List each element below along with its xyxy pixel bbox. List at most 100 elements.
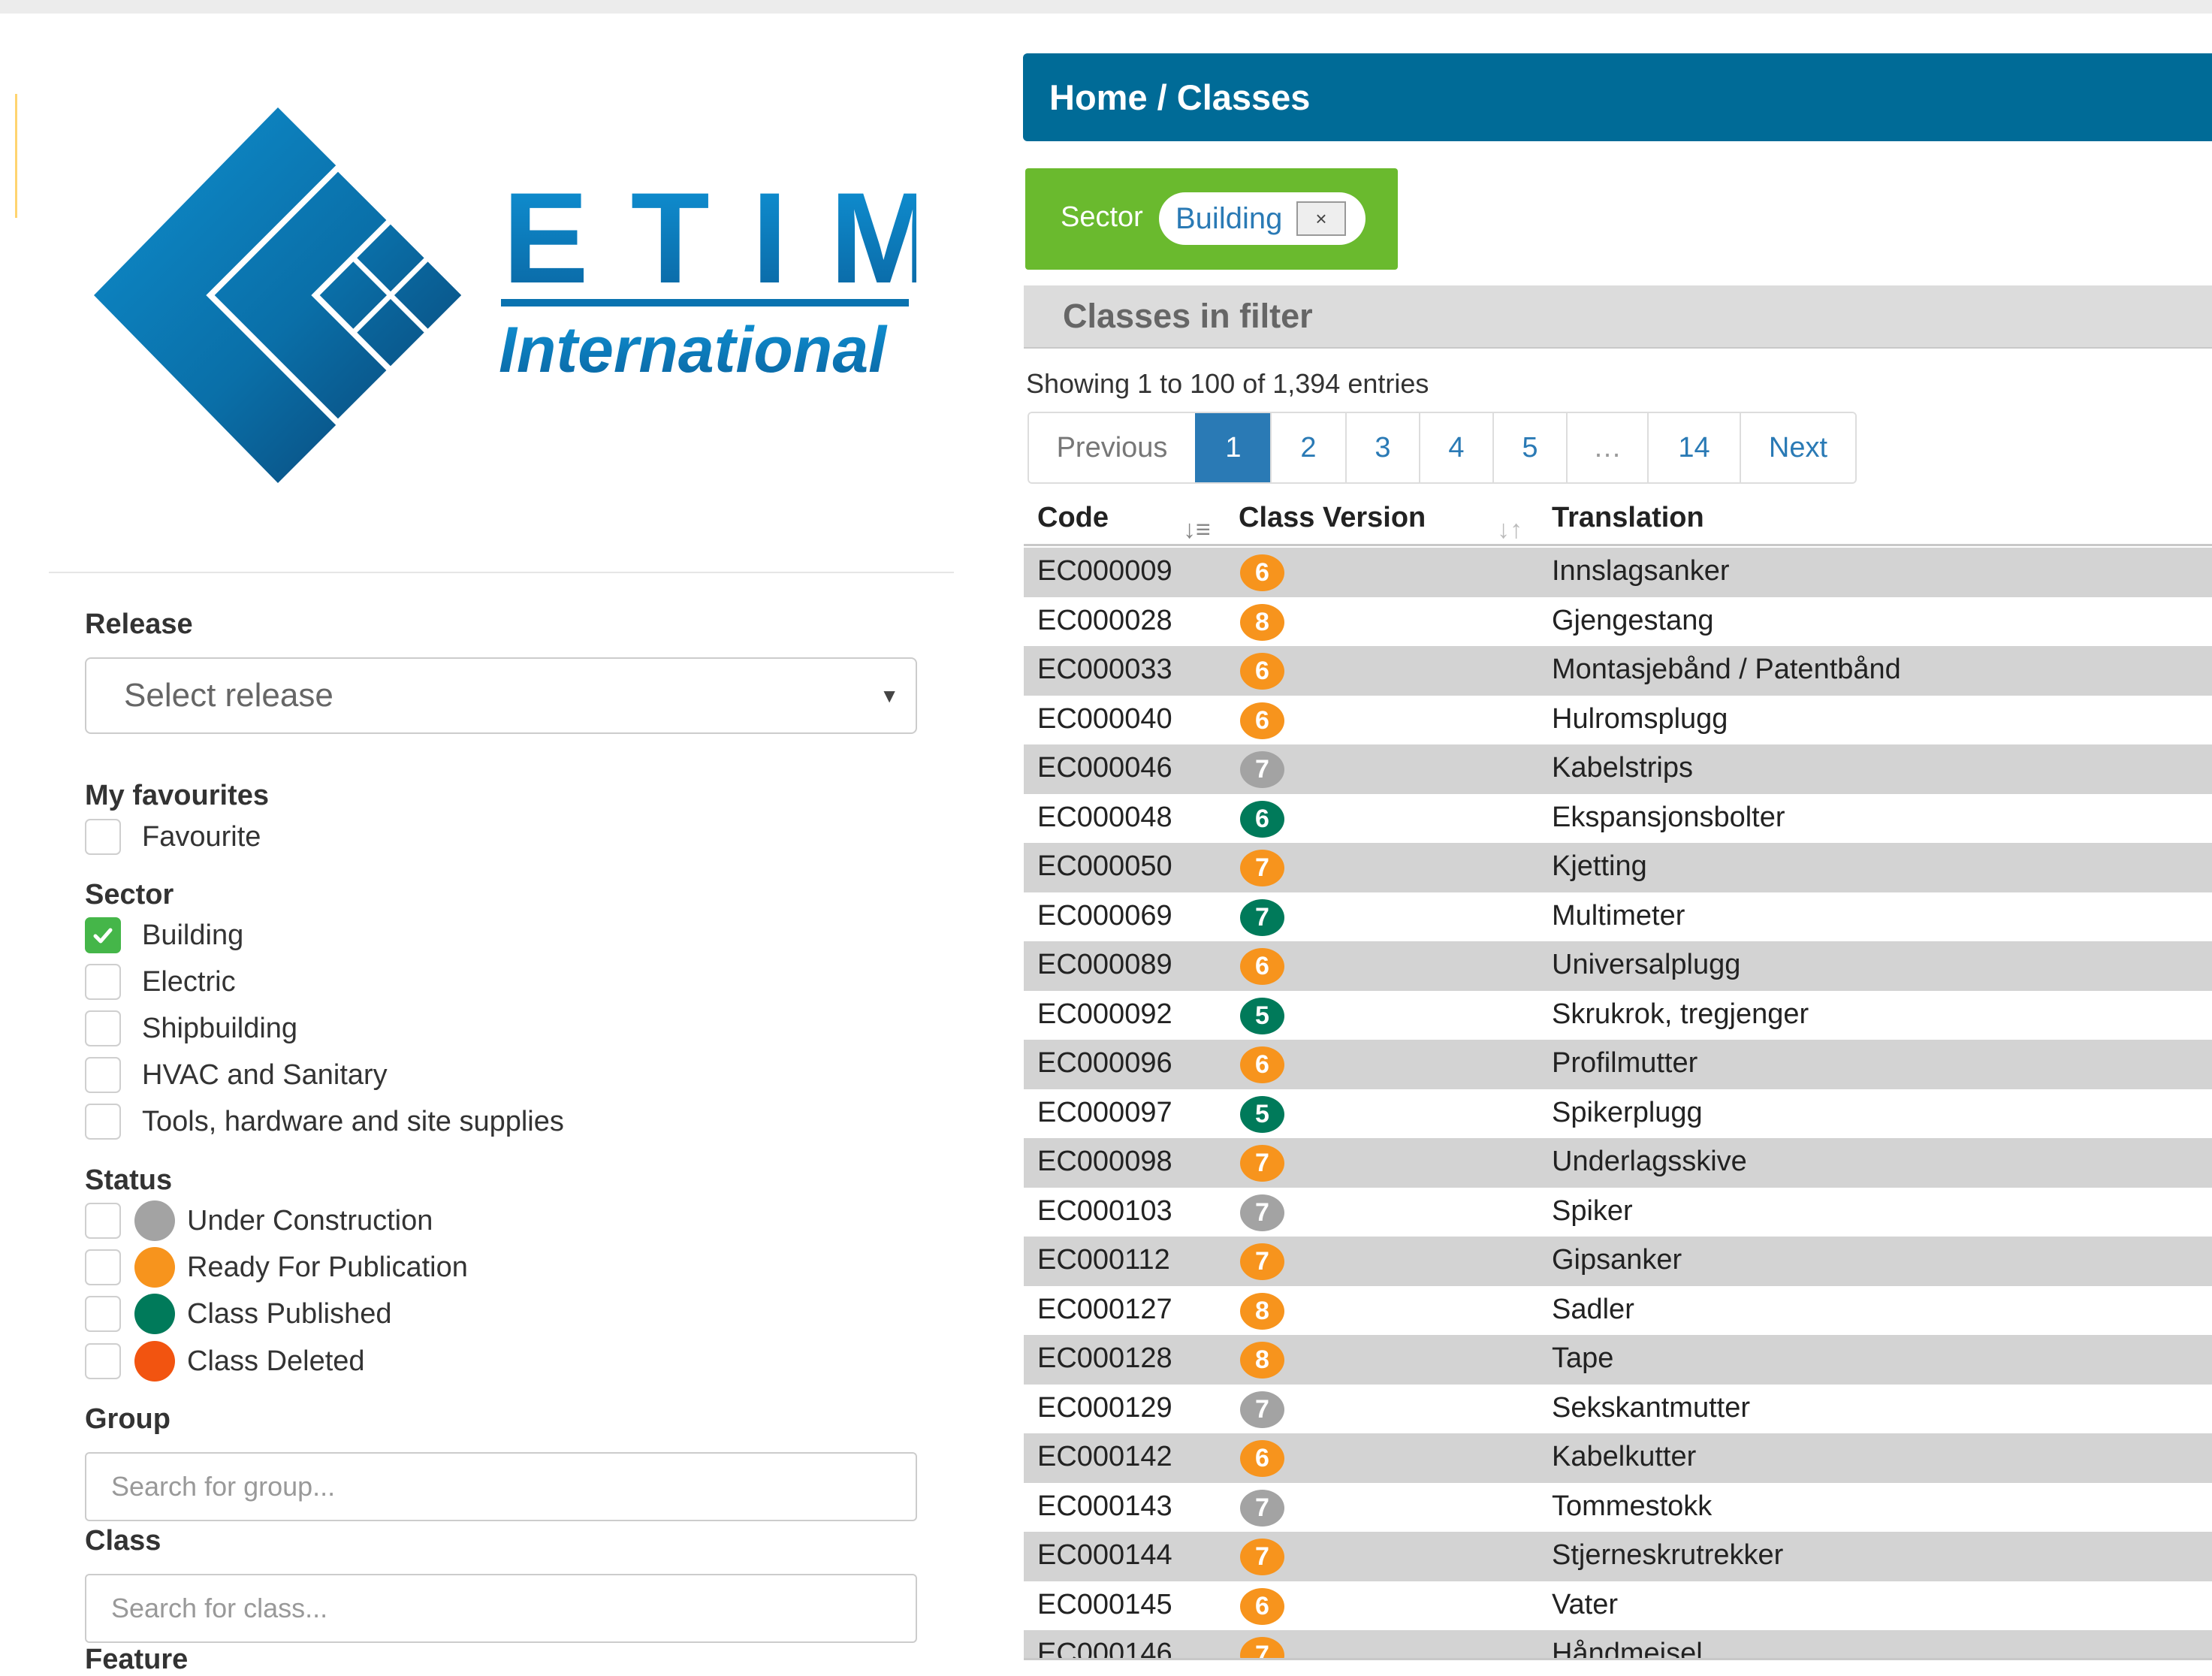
- pagination-next[interactable]: Next: [1740, 413, 1855, 482]
- status-option-deleted[interactable]: Class Deleted: [85, 1341, 365, 1382]
- column-header-code[interactable]: Code: [1037, 502, 1109, 534]
- sector-hvac-checkbox[interactable]: [85, 1057, 121, 1093]
- sector-option-label: Tools, hardware and site supplies: [142, 1105, 564, 1137]
- group-search-input[interactable]: Search for group...: [85, 1452, 917, 1521]
- table-row[interactable]: EC000128 8 Tape: [1024, 1335, 2212, 1385]
- class-code[interactable]: EC000033: [1037, 646, 1172, 693]
- active-filter-tag: Building ×: [1159, 192, 1366, 245]
- pagination-page[interactable]: 3: [1345, 413, 1419, 482]
- class-code[interactable]: EC000129: [1037, 1385, 1172, 1431]
- table-row[interactable]: EC000028 8 Gjengestang: [1024, 596, 2212, 646]
- class-code[interactable]: EC000048: [1037, 794, 1172, 841]
- column-header-class-version[interactable]: Class Version: [1239, 502, 1426, 534]
- table-row[interactable]: EC000069 7 Multimeter: [1024, 892, 2212, 941]
- sort-ascending-icon[interactable]: ↓≡: [1183, 515, 1211, 545]
- active-filter: Sector Building ×: [1025, 168, 1398, 270]
- class-translation: Multimeter: [1552, 899, 1685, 932]
- status-dot-icon: [134, 1200, 175, 1241]
- class-translation: Profilmutter: [1552, 1047, 1698, 1079]
- class-code[interactable]: EC000143: [1037, 1483, 1172, 1530]
- sector-option-shipbuilding[interactable]: Shipbuilding: [85, 1009, 297, 1048]
- table-row[interactable]: EC000050 7 Kjetting: [1024, 843, 2212, 892]
- sector-tools-checkbox[interactable]: [85, 1104, 121, 1140]
- favourite-checkbox[interactable]: [85, 819, 121, 855]
- class-code[interactable]: EC000046: [1037, 744, 1172, 791]
- class-code[interactable]: EC000112: [1037, 1237, 1170, 1283]
- table-row[interactable]: EC000046 7 Kabelstrips: [1024, 744, 2212, 794]
- sector-option-label: HVAC and Sanitary: [142, 1058, 388, 1091]
- class-code[interactable]: EC000050: [1037, 843, 1172, 889]
- status-published-checkbox[interactable]: [85, 1296, 121, 1332]
- sector-building-checkbox[interactable]: [85, 917, 121, 953]
- class-code[interactable]: EC000145: [1037, 1581, 1172, 1628]
- class-code[interactable]: EC000040: [1037, 696, 1172, 742]
- pagination-page[interactable]: 14: [1647, 413, 1740, 482]
- status-ready-checkbox[interactable]: [85, 1249, 121, 1285]
- sector-electric-checkbox[interactable]: [85, 964, 121, 1000]
- table-row[interactable]: EC000142 6 Kabelkutter: [1024, 1433, 2212, 1483]
- table-row[interactable]: EC000092 5 Skrukrok, tregjenger: [1024, 990, 2212, 1040]
- class-version-badge: 8: [1240, 603, 1284, 641]
- class-code[interactable]: EC000098: [1037, 1138, 1172, 1185]
- class-code[interactable]: EC000142: [1037, 1433, 1172, 1480]
- table-row[interactable]: EC000096 6 Profilmutter: [1024, 1040, 2212, 1089]
- table-row[interactable]: EC000112 7 Gipsanker: [1024, 1237, 2212, 1286]
- class-translation: Kabelkutter: [1552, 1441, 1697, 1472]
- class-code[interactable]: EC000128: [1037, 1335, 1172, 1382]
- pagination-page[interactable]: 2: [1270, 413, 1345, 482]
- class-code[interactable]: EC000127: [1037, 1286, 1172, 1333]
- class-code[interactable]: EC000089: [1037, 941, 1172, 988]
- status-option-published[interactable]: Class Published: [85, 1294, 391, 1334]
- table-row[interactable]: EC000127 8 Sadler: [1024, 1285, 2212, 1335]
- remove-filter-button[interactable]: ×: [1296, 201, 1346, 236]
- status-dot-icon: [134, 1247, 175, 1288]
- table-row[interactable]: EC000033 6 Montasjebånd / Patentbånd: [1024, 646, 2212, 696]
- table-row[interactable]: EC000129 7 Sekskantmutter: [1024, 1384, 2212, 1433]
- pagination-page[interactable]: 1: [1195, 413, 1270, 482]
- table-row[interactable]: EC000097 5 Spikerplugg: [1024, 1089, 2212, 1138]
- status-option-under-construction[interactable]: Under Construction: [85, 1200, 433, 1241]
- class-code[interactable]: EC000103: [1037, 1188, 1172, 1234]
- pagination-previous[interactable]: Previous: [1029, 413, 1195, 482]
- breadcrumb[interactable]: Home / Classes: [1023, 53, 2212, 141]
- table-row[interactable]: EC000145 6 Vater: [1024, 1581, 2212, 1630]
- class-code[interactable]: EC000096: [1037, 1040, 1172, 1086]
- class-code[interactable]: EC000146: [1037, 1630, 1172, 1658]
- sector-option-building[interactable]: Building: [85, 916, 243, 955]
- status-under-construction-checkbox[interactable]: [85, 1203, 121, 1239]
- table-row[interactable]: EC000048 6 Ekspansjonsbolter: [1024, 793, 2212, 843]
- sector-shipbuilding-checkbox[interactable]: [85, 1010, 121, 1046]
- table-row[interactable]: EC000040 6 Hulromsplugg: [1024, 695, 2212, 744]
- status-deleted-checkbox[interactable]: [85, 1343, 121, 1379]
- class-code[interactable]: EC000097: [1037, 1089, 1172, 1136]
- sector-option-electric[interactable]: Electric: [85, 962, 236, 1001]
- class-version-badge: 5: [1240, 1095, 1284, 1133]
- class-translation: Underlagsskive: [1552, 1146, 1747, 1177]
- class-code[interactable]: EC000028: [1037, 597, 1172, 644]
- pagination: Previous 1 2 3 4 5 … 14 Next: [1028, 412, 1857, 484]
- favourite-option[interactable]: Favourite: [85, 817, 261, 856]
- table-row[interactable]: EC000146 7 Håndmeisel: [1024, 1630, 2212, 1658]
- class-translation: Spiker: [1552, 1194, 1633, 1227]
- column-header-translation[interactable]: Translation: [1552, 502, 1704, 534]
- sector-option-hvac[interactable]: HVAC and Sanitary: [85, 1055, 388, 1095]
- sector-option-tools[interactable]: Tools, hardware and site supplies: [85, 1102, 564, 1141]
- table-row[interactable]: EC000098 7 Underlagsskive: [1024, 1138, 2212, 1188]
- release-select[interactable]: Select release ▼: [85, 657, 917, 734]
- pagination-page[interactable]: 4: [1419, 413, 1492, 482]
- class-code[interactable]: EC000009: [1037, 548, 1172, 594]
- class-search-input[interactable]: Search for class...: [85, 1574, 917, 1643]
- table-row[interactable]: EC000144 7 Stjerneskrutrekker: [1024, 1532, 2212, 1581]
- etim-logo[interactable]: ETIM International: [90, 96, 937, 487]
- table-row[interactable]: EC000143 7 Tommestokk: [1024, 1482, 2212, 1532]
- class-code[interactable]: EC000069: [1037, 892, 1172, 939]
- table-row[interactable]: EC000089 6 Universalplugg: [1024, 941, 2212, 991]
- table-row[interactable]: EC000009 6 Innslagsanker: [1024, 548, 2212, 597]
- class-translation: Gjengestang: [1552, 604, 1714, 636]
- class-code[interactable]: EC000092: [1037, 991, 1172, 1037]
- class-code[interactable]: EC000144: [1037, 1532, 1172, 1578]
- table-row[interactable]: EC000103 7 Spiker: [1024, 1187, 2212, 1237]
- status-option-ready[interactable]: Ready For Publication: [85, 1247, 468, 1288]
- sort-both-icon[interactable]: ↓↑: [1497, 515, 1522, 545]
- pagination-page[interactable]: 5: [1492, 413, 1566, 482]
